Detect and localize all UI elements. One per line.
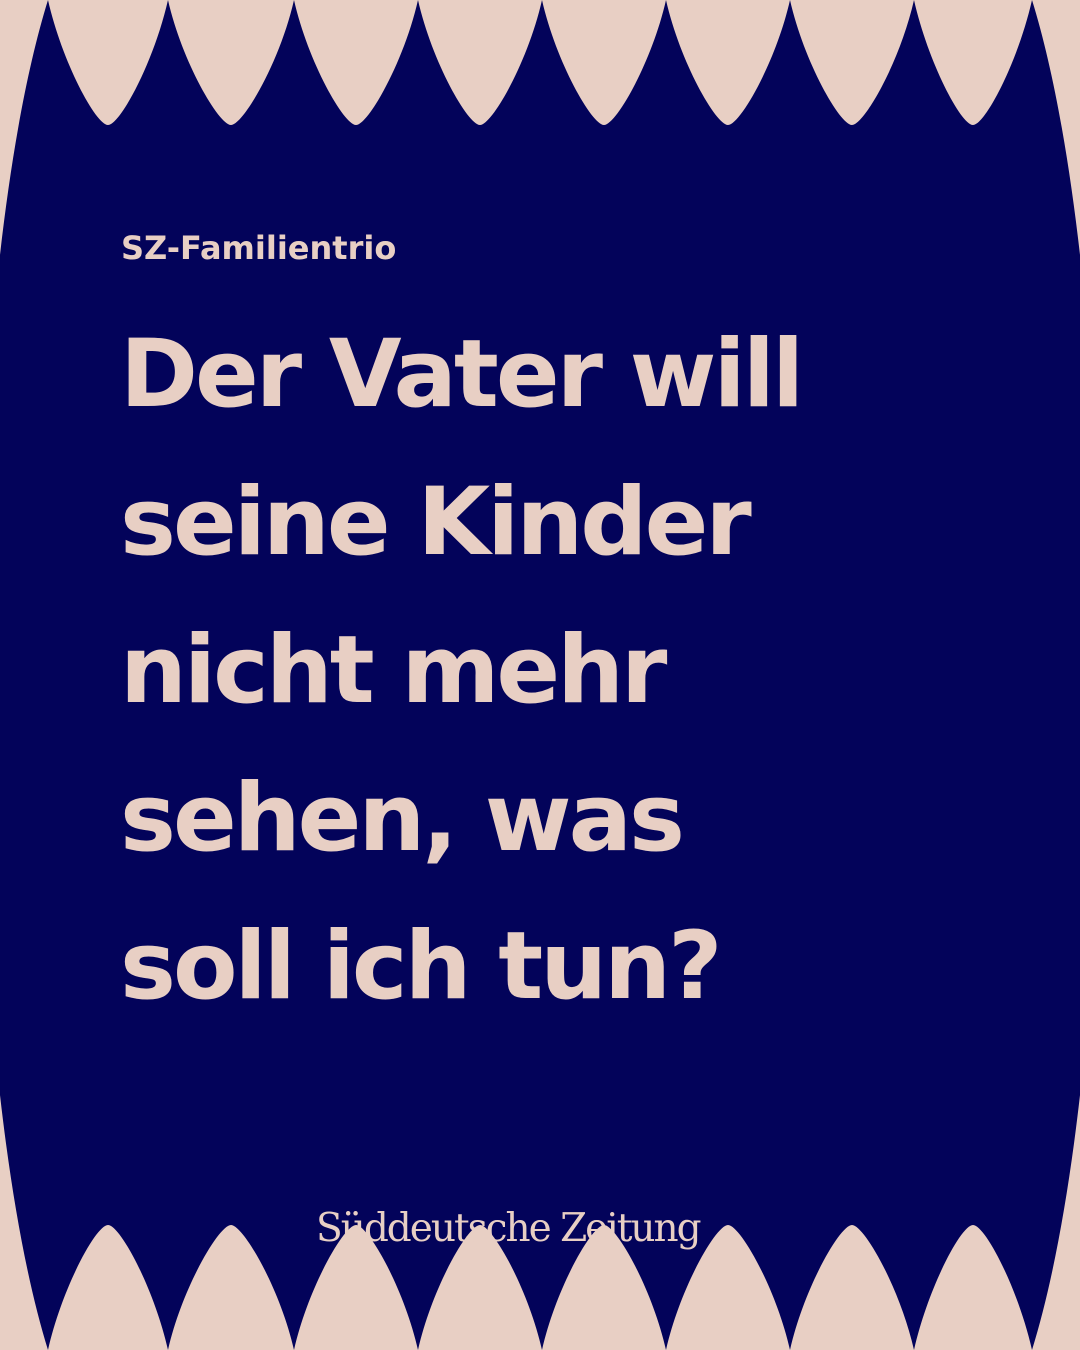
headline-line-1: Der Vater will [120, 320, 804, 429]
headline-line-5: soll ich tun? [120, 912, 723, 1021]
section-kicker: SZ-Familientrio [121, 229, 397, 267]
headline-line-2: seine Kinder [120, 468, 752, 577]
headline: Der Vater will seine Kinder nicht mehr s… [120, 301, 1020, 1041]
headline-line-3: nicht mehr [120, 616, 667, 725]
headline-line-4: sehen, was [120, 764, 685, 873]
publisher-logo: Süddeutsche Zeitung [316, 1206, 702, 1251]
